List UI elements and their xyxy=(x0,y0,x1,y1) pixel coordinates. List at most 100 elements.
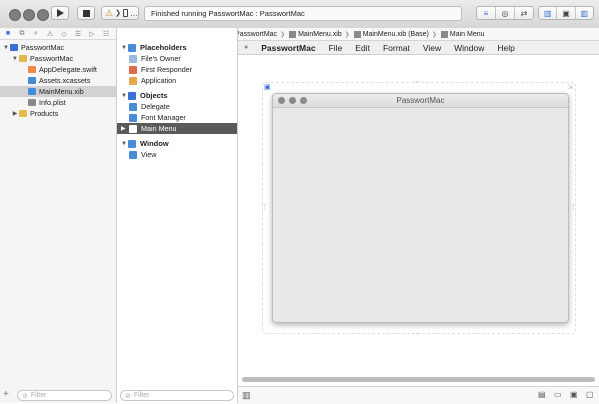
status-text: Finished running PasswortMac : PasswortM… xyxy=(151,9,305,18)
breakpoint-icon[interactable]: ▷ xyxy=(87,30,97,38)
menu-anchor-icon: ● xyxy=(244,44,249,51)
document-outline: ▼ Placeholders File's Owner First Responder… xyxy=(117,28,238,403)
outline-item-label: File's Owner xyxy=(141,54,181,63)
menu-item-help[interactable]: Help xyxy=(497,43,514,53)
file-tree-item-label: MainMenu.xib xyxy=(39,87,84,96)
top-handle-icon[interactable]: ⋯ xyxy=(413,78,420,86)
add-file-icon[interactable]: + xyxy=(3,389,9,400)
horizontal-scrollbar[interactable] xyxy=(242,377,595,382)
debug-icon[interactable]: ☰ xyxy=(73,30,83,38)
plist-file-icon xyxy=(28,99,36,106)
menu-item-window[interactable]: Window xyxy=(454,43,484,53)
outline-item[interactable]: File's Owner xyxy=(117,53,237,64)
file-tree-item-label: AppDelegate.swift xyxy=(39,65,97,74)
run-button[interactable] xyxy=(51,6,69,20)
find-icon[interactable]: ⌕ xyxy=(31,30,41,38)
chevron-right-icon: ❯ xyxy=(115,10,121,17)
zoom-window-button[interactable] xyxy=(37,9,49,21)
file-tree-item[interactable]: ▼ PasswortMac xyxy=(0,42,116,53)
view-toggle-control[interactable]: ▥ ▣ ▥ xyxy=(538,6,594,20)
outline-filter[interactable]: ⊘ Filter xyxy=(120,390,234,401)
project-navigator: ■ ⧉ ⌕ ⚠ ◇ ☰ ▷ ☷ ▼ PasswortMac ▼ PasswortMac… xyxy=(0,28,117,403)
outline-item[interactable]: Delegate xyxy=(117,101,237,112)
outline-item[interactable]: View xyxy=(117,149,237,160)
left-handle-icon[interactable]: ⋮ xyxy=(261,203,268,211)
file-tree-item[interactable]: AppDelegate.swift xyxy=(0,64,116,75)
standard-editor-icon[interactable]: ≡ xyxy=(477,7,496,19)
file-tree-item[interactable]: ▼ PasswortMac xyxy=(0,53,116,64)
disclosure-triangle-icon[interactable]: ▼ xyxy=(11,56,19,62)
breadcrumb-item[interactable]: MainMenu.xib xyxy=(298,31,342,38)
breadcrumb-item[interactable]: PasswortMac xyxy=(235,31,277,38)
disclosure-triangle-icon[interactable]: ▼ xyxy=(120,93,128,99)
resize-handle-icon[interactable]: ⇲ xyxy=(567,83,573,91)
disclosure-triangle-icon[interactable]: ▶ xyxy=(121,125,129,132)
navigator-filter[interactable]: ⊘ Filter xyxy=(17,390,112,401)
disclosure-triangle-icon[interactable]: ▼ xyxy=(120,141,128,147)
filter-icon: ⊘ xyxy=(125,392,131,400)
assistant-editor-icon[interactable]: ◎ xyxy=(496,7,515,19)
outline-item[interactable]: Font Manager xyxy=(117,112,237,123)
menu-item-file[interactable]: File xyxy=(329,43,343,53)
outline-object-icon xyxy=(129,102,137,111)
outline-filter-placeholder: Filter xyxy=(133,392,150,399)
file-tree-item-label: Assets.xcassets xyxy=(39,76,91,85)
window-selection-frame[interactable]: ▣ ⇲ ⋮ ⋮ ⋯ ⋯ PasswortMac xyxy=(261,79,577,338)
activity-status: Finished running PasswortMac : PasswortM… xyxy=(144,6,462,21)
toggle-outline-icon[interactable]: ▥ xyxy=(242,390,251,401)
resolve-issues-icon[interactable]: ▢ xyxy=(586,390,594,399)
breadcrumb-item[interactable]: MainMenu.xib (Base) xyxy=(363,31,429,38)
app-window[interactable]: PasswortMac xyxy=(272,93,569,323)
editor-mode-control[interactable]: ≡ ◎ ⇄ xyxy=(476,6,534,20)
outline-item-label: Main Menu xyxy=(141,124,177,133)
disclosure-triangle-icon[interactable]: ▶ xyxy=(11,110,19,117)
menu-item-view[interactable]: View xyxy=(423,43,441,53)
pin-icon[interactable]: ▣ xyxy=(570,390,578,399)
menu-item-edit[interactable]: Edit xyxy=(355,43,370,53)
symbol-navigator-icon[interactable]: ⧉ xyxy=(17,30,27,38)
version-editor-icon[interactable]: ⇄ xyxy=(515,7,533,19)
file-tree-item[interactable]: MainMenu.xib xyxy=(0,86,116,97)
placeholders-heading[interactable]: ▼ Placeholders xyxy=(117,42,237,53)
disclosure-triangle-icon[interactable]: ▼ xyxy=(120,45,128,51)
file-tree-item[interactable]: Assets.xcassets xyxy=(0,75,116,86)
breadcrumb-item-icon xyxy=(289,30,297,38)
file-tree-item[interactable]: Info.plist xyxy=(0,97,116,108)
outline-item[interactable]: First Responder xyxy=(117,64,237,75)
embed-in-stack-icon[interactable]: ▤ xyxy=(538,390,546,399)
test-icon[interactable]: ◇ xyxy=(59,30,69,38)
folder-file-icon xyxy=(19,110,27,117)
outline-object-icon xyxy=(129,124,137,133)
minimize-window-button[interactable] xyxy=(23,9,35,21)
align-icon[interactable]: ▭ xyxy=(554,390,562,399)
scheme-selector[interactable]: ⚠ ❯ … xyxy=(101,6,139,20)
menu-item-format[interactable]: Format xyxy=(383,43,410,53)
file-tree-item-label: PasswortMac xyxy=(30,54,74,63)
toolbar: ⚠ ❯ … Finished running PasswortMac : Pas… xyxy=(0,0,599,29)
window-heading[interactable]: ▼ Window xyxy=(117,138,237,149)
report-icon[interactable]: ☷ xyxy=(101,30,111,38)
toggle-utilities-icon[interactable]: ▥ xyxy=(576,7,593,19)
disclosure-triangle-icon[interactable]: ▼ xyxy=(2,45,10,51)
outline-item[interactable]: ▶ Main Menu xyxy=(117,123,237,134)
breadcrumb-item-icon xyxy=(440,30,448,38)
outline-item[interactable]: Application xyxy=(117,75,237,86)
app-menu[interactable]: PasswortMac xyxy=(261,43,315,53)
assets-file-icon xyxy=(28,77,36,84)
close-window-button[interactable] xyxy=(9,9,21,21)
stop-button[interactable] xyxy=(77,6,95,20)
objects-heading[interactable]: ▼ Objects xyxy=(117,90,237,101)
outline-object-icon xyxy=(129,113,137,122)
breadcrumb-item[interactable]: Main Menu xyxy=(450,31,485,38)
issue-icon[interactable]: ⚠ xyxy=(45,30,55,38)
toggle-debug-area-icon[interactable]: ▣ xyxy=(557,7,576,19)
outline-item-label: First Responder xyxy=(141,65,193,74)
outline-list: ▼ Placeholders File's Owner First Responder… xyxy=(117,42,237,164)
chevron-right-icon: ❯ xyxy=(431,31,437,38)
folder-icon[interactable]: ■ xyxy=(3,30,13,37)
bottom-handle-icon[interactable]: ⋯ xyxy=(413,330,420,338)
file-tree-item[interactable]: ▶ Products xyxy=(0,108,116,119)
right-handle-icon[interactable]: ⋮ xyxy=(570,203,577,211)
toggle-navigator-icon[interactable]: ▥ xyxy=(539,7,558,19)
breadcrumb-item-icon xyxy=(353,30,361,38)
